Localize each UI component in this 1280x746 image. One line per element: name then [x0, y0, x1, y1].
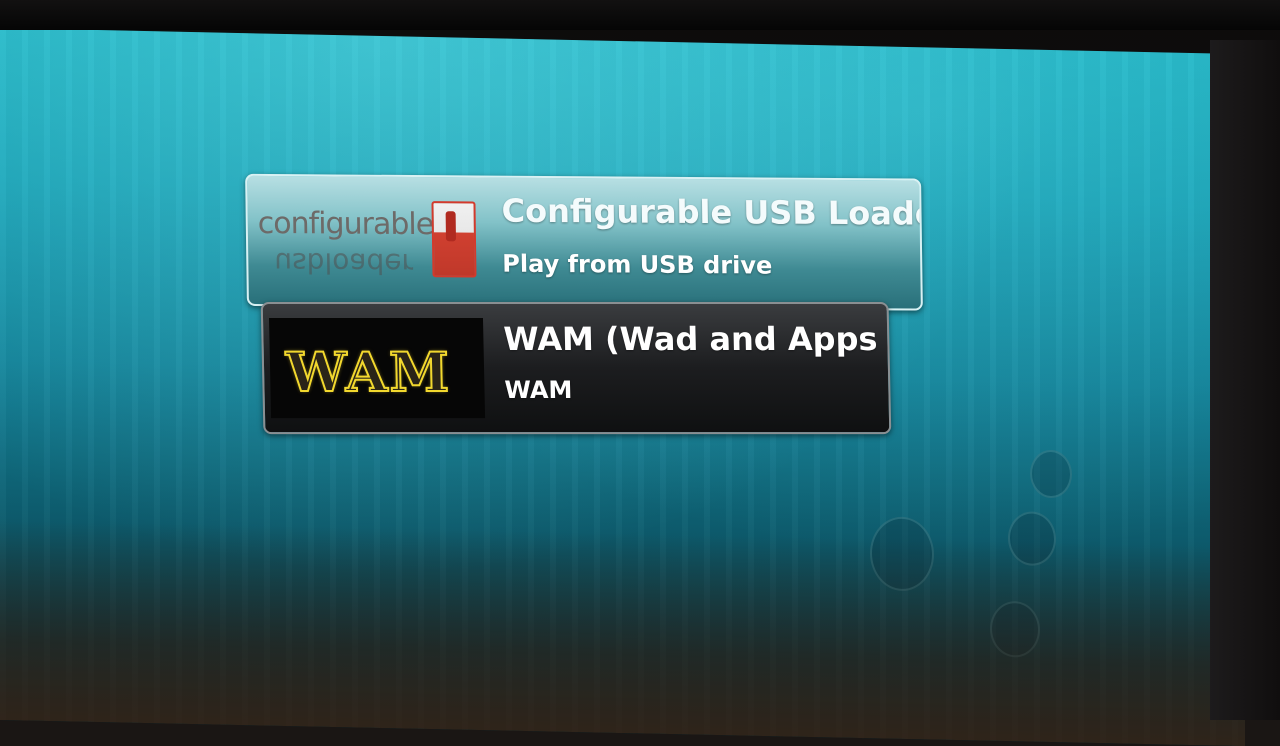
menu-item-subtitle: Play from USB drive — [502, 249, 773, 280]
homebrew-menu-list: configurable usbloader Configurable USB … — [0, 28, 1245, 746]
thumbnail-logo-reflection: usbloader — [274, 246, 414, 281]
menu-item-title: WAM (Wad and Apps Manag — [503, 320, 892, 359]
tv-right-bezel — [1210, 40, 1280, 720]
menu-item-subtitle: WAM — [504, 376, 573, 405]
tv-top-bezel — [0, 0, 1280, 30]
configurable-usb-loader-thumbnail: configurable usbloader — [253, 184, 477, 294]
menu-item-title: Configurable USB Loader — [501, 191, 923, 233]
tv-screen: configurable usbloader Configurable USB … — [0, 28, 1245, 746]
wam-thumbnail: WAM — [269, 318, 486, 419]
wam-logo-icon: WAM — [284, 339, 452, 405]
menu-item-configurable-usb-loader[interactable]: configurable usbloader Configurable USB … — [245, 173, 923, 311]
power-switch-icon — [431, 201, 477, 278]
menu-item-wam[interactable]: WAM WAM (Wad and Apps Manag WAM — [260, 302, 892, 435]
tv-frame: configurable usbloader Configurable USB … — [0, 0, 1280, 746]
thumbnail-logo-text: configurable — [257, 205, 434, 243]
switch-lever-icon — [445, 211, 457, 242]
